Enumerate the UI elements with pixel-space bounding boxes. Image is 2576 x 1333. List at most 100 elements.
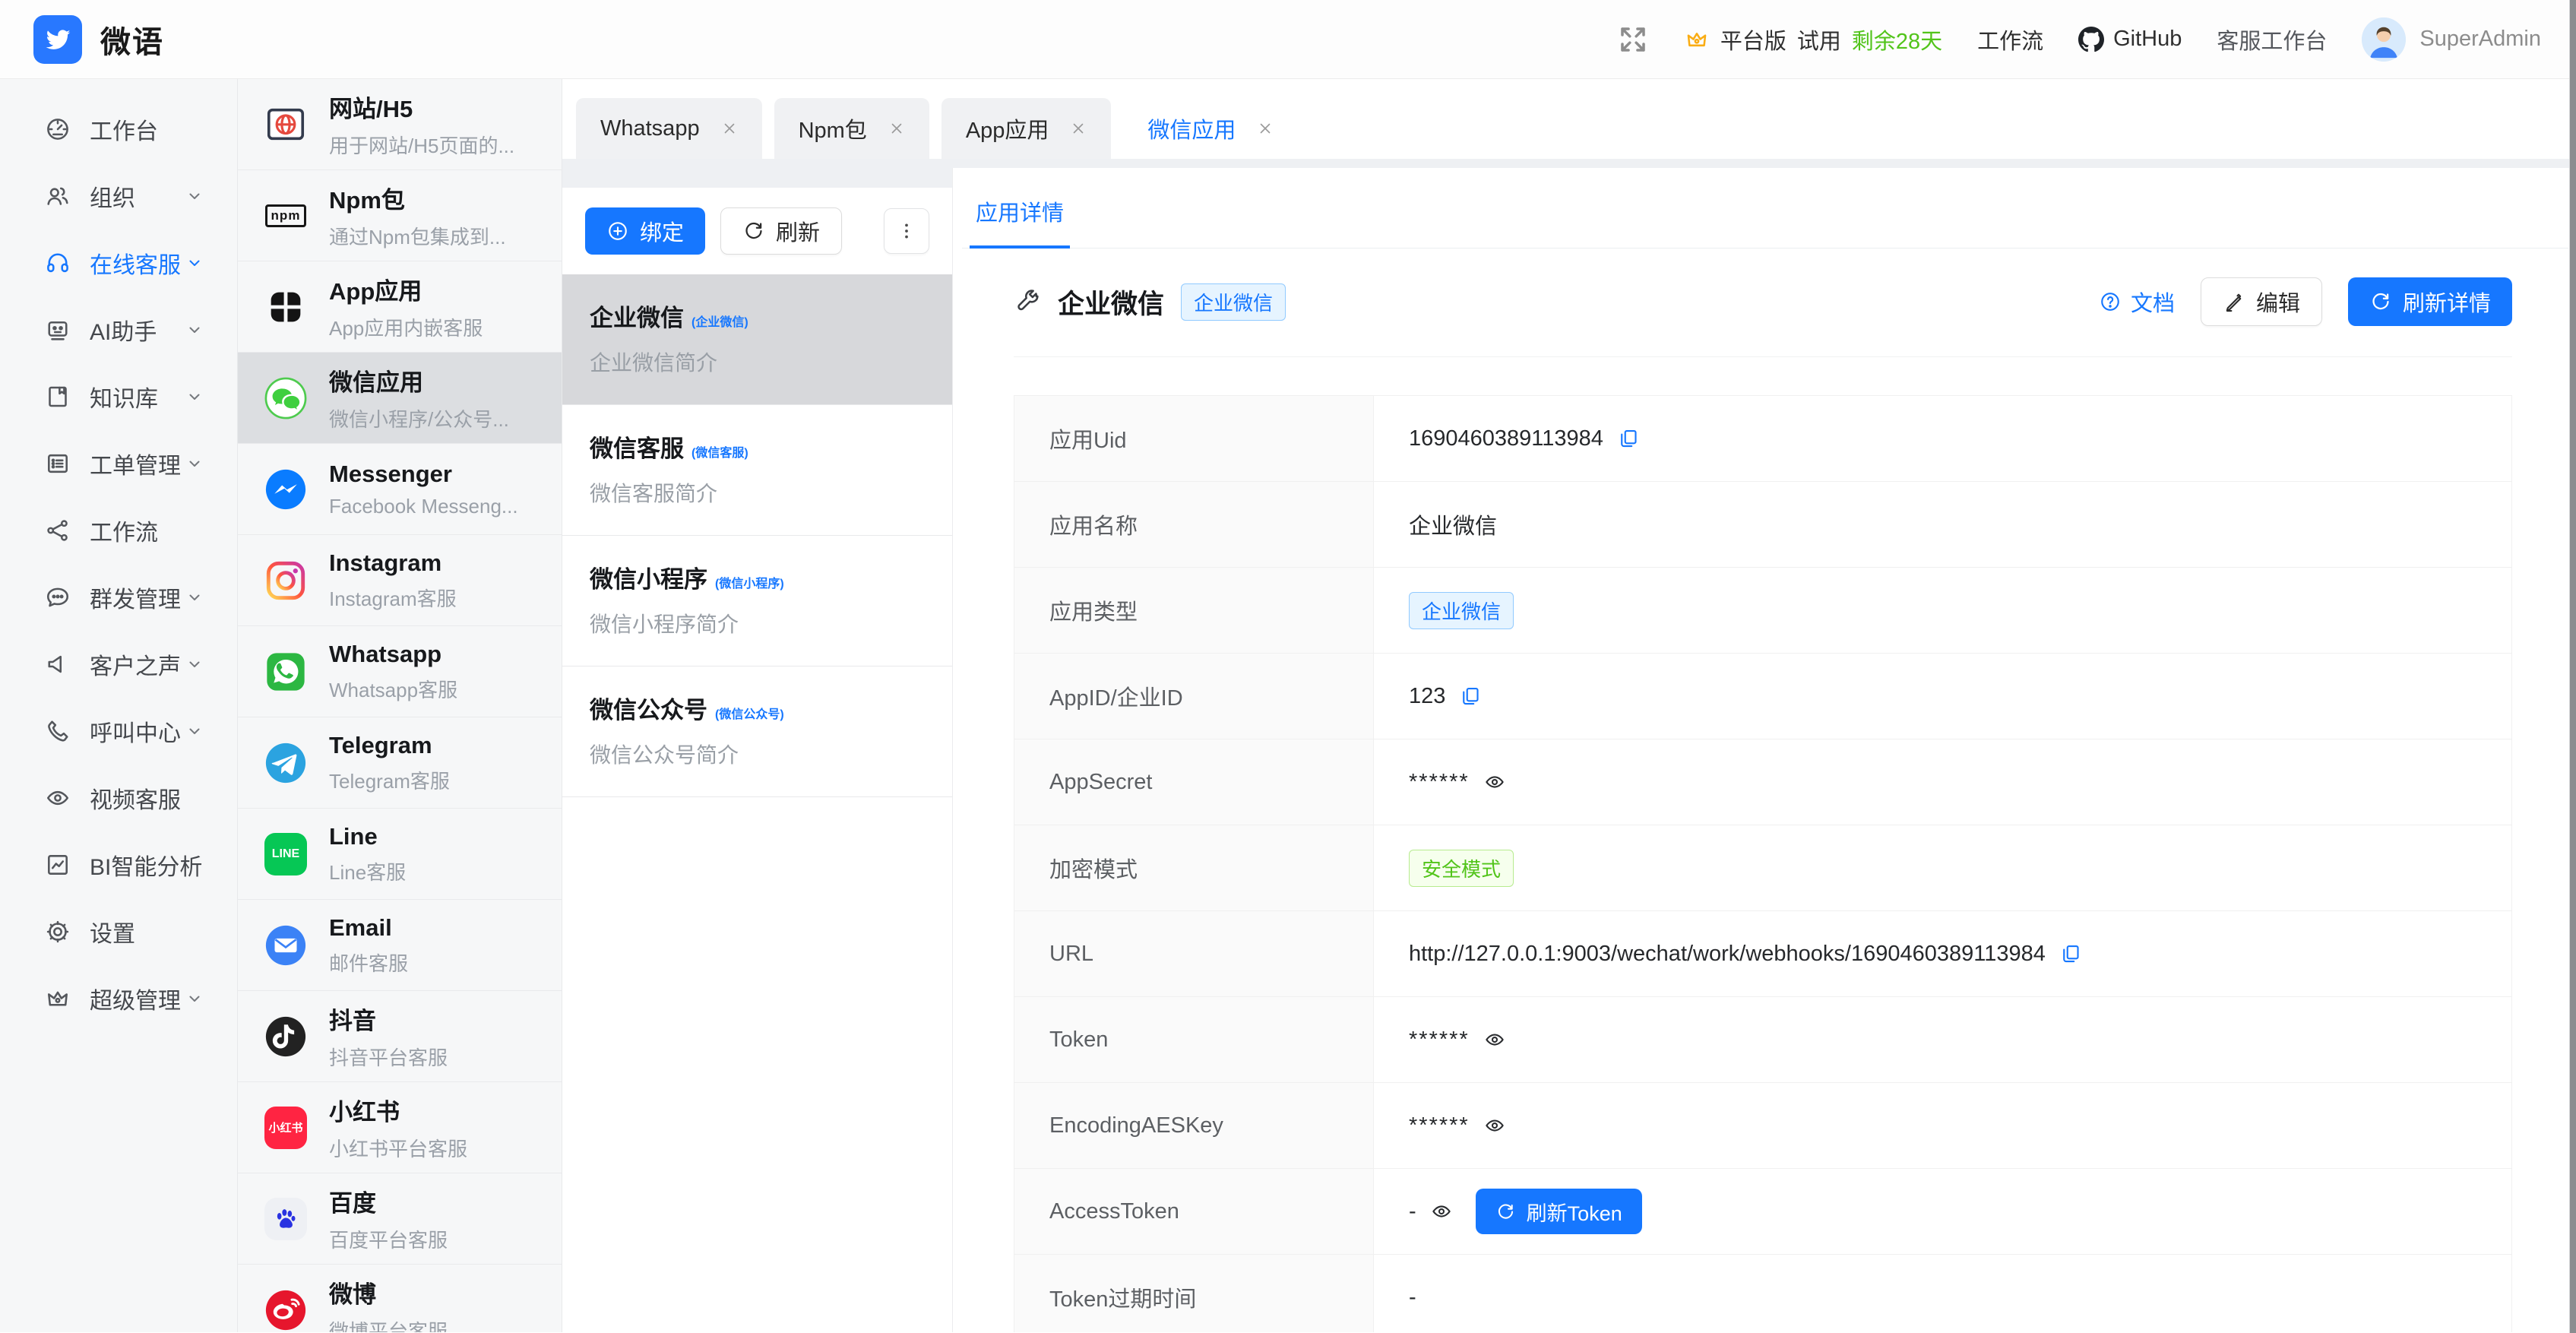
copy-icon[interactable]	[2059, 942, 2082, 965]
app-list-item[interactable]: 企业微信(企业微信)企业微信简介	[562, 274, 952, 405]
copy-icon[interactable]	[1617, 427, 1640, 450]
channel-text: LineLine客服	[329, 823, 406, 885]
main-area: Whatsapp Npm包App应用微信应用 绑定 刷新	[562, 79, 2576, 1332]
app-item-title: 微信公众号	[590, 697, 707, 723]
sidebar-item-label: 知识库	[90, 380, 158, 413]
sidebar-item-视频客服[interactable]: 视频客服	[0, 765, 237, 831]
channel-name: 抖音	[329, 1002, 448, 1036]
plan-status[interactable]: 平台版 试用 剩余28天	[1684, 24, 1942, 55]
channel-item-telegram[interactable]: TelegramTelegram客服	[238, 717, 562, 809]
app-list-panel: 绑定 刷新 企业微信(企业微信)企业微信简介微信客服(微信客服)微信	[562, 188, 952, 1332]
tab-label: Whatsapp	[600, 116, 700, 141]
channel-item-douyin[interactable]: 抖音抖音平台客服	[238, 991, 562, 1082]
channel-desc: Telegram客服	[329, 766, 450, 794]
sidebar-item-组织[interactable]: 组织	[0, 163, 237, 230]
app-icon	[264, 285, 308, 329]
sidebar-item-BI智能分析[interactable]: BI智能分析	[0, 831, 237, 898]
sidebar: 工作台组织在线客服 AI助手知识库工单管理工作流群发管理客户之声呼叫中心视频客服B…	[0, 79, 238, 1332]
channel-item-email[interactable]: Email邮件客服	[238, 900, 562, 991]
sidebar-item-超级管理[interactable]: 超级管理	[0, 965, 237, 1032]
tab-微信应用[interactable]: 微信应用	[1123, 98, 1298, 159]
sidebar-item-设置[interactable]: 设置	[0, 898, 237, 965]
tab-App应用[interactable]: App应用	[941, 98, 1112, 159]
tab-Whatsapp[interactable]: Whatsapp	[576, 98, 762, 159]
app-list-item[interactable]: 微信公众号(微信公众号)微信公众号简介	[562, 666, 952, 797]
topbar-workflow-link[interactable]: 工作流	[1977, 24, 2043, 55]
close-icon[interactable]	[1257, 120, 1274, 137]
channel-item-whatsapp[interactable]: WhatsappWhatsapp客服	[238, 626, 562, 717]
value-text: -	[1409, 1285, 1416, 1310]
refresh-button[interactable]: 刷新	[720, 207, 842, 255]
wrench-icon	[1014, 288, 1041, 315]
channel-item-instagram[interactable]: InstagramInstagram客服	[238, 535, 562, 626]
refresh-token-button[interactable]: 刷新Token	[1476, 1189, 1642, 1234]
app-item-title: 企业微信	[590, 305, 684, 331]
channel-desc: 抖音平台客服	[329, 1043, 448, 1071]
channel-item-weibo[interactable]: 微博微博平台客服	[238, 1265, 562, 1332]
topbar-right: 平台版 试用 剩余28天 工作流 GitHub 客服工作台 SuperAdmin	[1617, 17, 2541, 62]
channel-desc: 微信小程序/公众号...	[329, 404, 509, 432]
instagram-icon	[264, 559, 308, 603]
bind-button[interactable]: 绑定	[585, 207, 705, 255]
sidebar-item-呼叫中心[interactable]: 呼叫中心	[0, 698, 237, 765]
row-value: 企业微信	[1374, 568, 2511, 653]
channel-item-npm[interactable]: npmNpm包通过Npm包集成到...	[238, 170, 562, 261]
app-item-title-row: 微信小程序(微信小程序)	[590, 560, 925, 594]
edit-button[interactable]: 编辑	[2201, 277, 2322, 326]
bind-label: 绑定	[640, 215, 684, 247]
github-icon	[2078, 27, 2104, 52]
sidebar-item-AI助手[interactable]: AI助手	[0, 296, 237, 363]
refresh-token-label: 刷新Token	[1527, 1197, 1622, 1227]
sidebar-item-label: 呼叫中心	[90, 714, 181, 748]
channel-item-xiaohongshu[interactable]: 小红书小红书小红书平台客服	[238, 1082, 562, 1173]
app-list-item[interactable]: 微信客服(微信客服)微信客服简介	[562, 405, 952, 536]
sidebar-item-工作台[interactable]: 工作台	[0, 96, 237, 163]
detail-table: 应用Uid1690460389113984应用名称企业微信应用类型企业微信App…	[1014, 395, 2512, 1332]
channel-name: App应用	[329, 272, 483, 306]
sidebar-item-客户之声[interactable]: 客户之声	[0, 631, 237, 698]
sidebar-item-群发管理[interactable]: 群发管理	[0, 564, 237, 631]
app-item-title: 微信客服	[590, 435, 684, 462]
channel-item-wechat[interactable]: 微信应用微信小程序/公众号...	[238, 353, 562, 444]
eye-icon[interactable]	[1483, 1028, 1506, 1051]
chevron-down-icon	[185, 989, 204, 1008]
eye-icon[interactable]	[1483, 1114, 1506, 1137]
tab-app-detail[interactable]: 应用详情	[970, 192, 1070, 249]
page-scrollbar[interactable]	[2569, 0, 2576, 1333]
channel-name: Npm包	[329, 181, 506, 215]
close-icon[interactable]	[888, 120, 905, 137]
value-text: http://127.0.0.1:9003/wechat/work/webhoo…	[1409, 942, 2046, 967]
channel-item-baidu[interactable]: 百度百度平台客服	[238, 1173, 562, 1265]
refresh-detail-button[interactable]: 刷新详情	[2348, 277, 2512, 326]
whatsapp-icon	[264, 650, 308, 694]
chevron-down-icon	[185, 187, 204, 205]
channel-desc: 小红书平台客服	[329, 1134, 467, 1162]
channel-item-web[interactable]: 网站/H5用于网站/H5页面的...	[238, 79, 562, 170]
github-link[interactable]: GitHub	[2078, 27, 2182, 52]
channel-desc: 用于网站/H5页面的...	[329, 131, 514, 159]
sidebar-item-工作流[interactable]: 工作流	[0, 497, 237, 564]
messenger-icon	[264, 467, 308, 511]
sidebar-item-知识库[interactable]: 知识库	[0, 363, 237, 430]
more-actions-button[interactable]	[884, 208, 929, 254]
channel-name: 微博	[329, 1275, 448, 1309]
channel-item-app[interactable]: App应用App应用内嵌客服	[238, 261, 562, 353]
close-icon[interactable]	[1070, 120, 1087, 137]
close-icon[interactable]	[721, 120, 738, 137]
fullscreen-icon[interactable]	[1617, 24, 1649, 55]
app-list-item[interactable]: 微信小程序(微信小程序)微信小程序简介	[562, 536, 952, 666]
tab-Npm包[interactable]: Npm包	[774, 98, 929, 159]
eye-icon[interactable]	[1483, 771, 1506, 793]
brand[interactable]: 微语	[33, 15, 164, 64]
channel-item-messenger[interactable]: MessengerFacebook Messeng...	[238, 444, 562, 535]
user-menu[interactable]: SuperAdmin	[2362, 17, 2541, 62]
sidebar-item-工单管理[interactable]: 工单管理	[0, 430, 237, 497]
sidebar-item-在线客服[interactable]: 在线客服	[0, 230, 237, 296]
doc-link[interactable]: 文档	[2099, 286, 2175, 318]
eye-icon[interactable]	[1430, 1200, 1453, 1223]
sidebar-item-label: AI助手	[90, 313, 157, 347]
workbench-link[interactable]: 客服工作台	[2217, 24, 2327, 55]
copy-icon[interactable]	[1459, 685, 1482, 708]
row-value: 企业微信	[1374, 482, 2511, 567]
channel-item-line[interactable]: LINELineLine客服	[238, 809, 562, 900]
